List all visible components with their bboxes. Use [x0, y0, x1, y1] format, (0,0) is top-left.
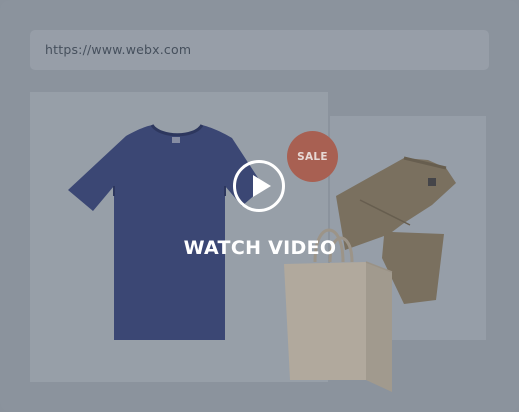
- tshirt-image: [68, 124, 264, 340]
- play-button[interactable]: [233, 160, 285, 212]
- watch-video-label[interactable]: WATCH VIDEO: [160, 237, 360, 259]
- play-icon: [253, 175, 271, 197]
- sale-badge: SALE: [287, 131, 338, 182]
- video-thumbnail[interactable]: https://www.webx.com SALE WATCH VIDEO: [0, 0, 519, 412]
